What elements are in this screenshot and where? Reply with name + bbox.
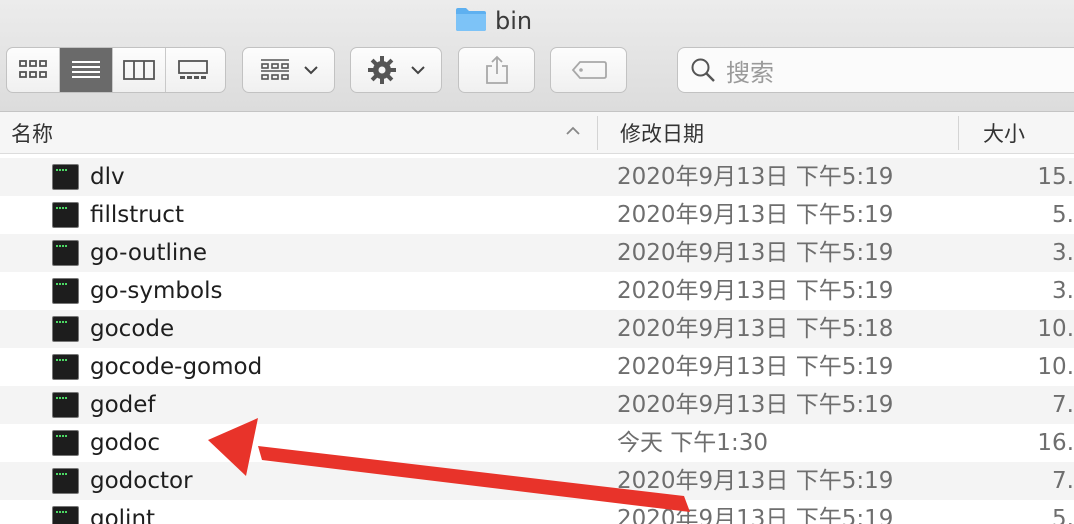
file-row[interactable]: godoctor 2020年9月13日 下午5:19 7. [0,462,1074,500]
group-grid-icon [260,59,289,80]
file-size: 7. [1052,468,1074,494]
file-row[interactable]: gocode-gomod 2020年9月13日 下午5:19 10. [0,348,1074,386]
folder-icon [455,6,487,36]
file-name: golint [90,506,156,524]
column-divider[interactable] [958,116,959,150]
name-column-label: 名称 [11,122,53,146]
file-date: 2020年9月13日 下午5:19 [617,278,894,304]
view-mode-segmented-control [6,47,226,93]
share-icon [485,55,508,84]
file-row[interactable]: godef 2020年9月13日 下午5:19 7. [0,386,1074,424]
file-size: 16. [1037,430,1074,456]
file-date: 2020年9月13日 下午5:19 [617,354,894,380]
window-title-text: bin [495,7,533,35]
search-icon [691,58,715,82]
gallery-view-icon [177,60,208,79]
column-header-bar: 名称 修改日期 大小 [0,112,1074,154]
column-divider[interactable] [597,116,598,150]
name-column-header[interactable]: 名称 [11,112,591,154]
file-name: godoctor [90,468,193,494]
terminal-executable-icon [52,316,79,342]
terminal-executable-icon [52,202,79,228]
column-view-icon [123,60,155,80]
date-column-label: 修改日期 [620,122,704,146]
file-list: dlv 2020年9月13日 下午5:19 15. fillstruct 202… [0,158,1074,524]
terminal-executable-icon [52,506,79,524]
icon-view-icon [19,60,47,78]
sort-ascending-icon [566,126,580,135]
terminal-executable-icon [52,164,79,190]
tag-button[interactable] [550,47,627,93]
terminal-executable-icon [52,354,79,380]
file-name: fillstruct [90,202,184,228]
file-date: 2020年9月13日 下午5:19 [617,240,894,266]
file-row[interactable]: golint 2020年9月13日 下午5:19 5. [0,500,1074,524]
terminal-executable-icon [52,468,79,494]
size-column-label: 大小 [983,122,1025,146]
file-size: 3. [1052,278,1074,304]
file-size: 10. [1037,316,1074,342]
file-date: 2020年9月13日 下午5:19 [617,392,894,418]
file-date: 2020年9月13日 下午5:18 [617,316,894,342]
file-date: 2020年9月13日 下午5:19 [617,202,894,228]
file-date: 2020年9月13日 下午5:19 [617,506,894,524]
gear-icon [368,56,396,84]
file-name: go-symbols [90,278,223,304]
file-name: gocode [90,316,175,342]
file-name: godoc [90,430,160,456]
terminal-executable-icon [52,278,79,304]
file-row[interactable]: fillstruct 2020年9月13日 下午5:19 5. [0,196,1074,234]
icon-view-button[interactable] [7,48,60,92]
chevron-down-icon [303,66,318,75]
tag-icon [571,61,607,79]
file-row[interactable]: godoc 今天 下午1:30 16. [0,424,1074,462]
file-date: 2020年9月13日 下午5:19 [617,468,894,494]
file-row[interactable]: go-outline 2020年9月13日 下午5:19 3. [0,234,1074,272]
file-size: 5. [1052,506,1074,524]
file-row[interactable]: go-symbols 2020年9月13日 下午5:19 3. [0,272,1074,310]
list-view-button[interactable] [60,48,113,92]
action-menu-button[interactable] [350,47,442,93]
chevron-down-icon [411,66,425,75]
search-field[interactable]: 搜索 [677,47,1074,93]
file-name: godef [90,392,156,418]
file-row[interactable]: dlv 2020年9月13日 下午5:19 15. [0,158,1074,196]
share-button[interactable] [458,47,535,93]
terminal-executable-icon [52,240,79,266]
file-name: gocode-gomod [90,354,263,380]
file-name: dlv [90,164,125,190]
file-size: 10. [1037,354,1074,380]
window-title: bin [455,6,532,36]
column-view-button[interactable] [113,48,166,92]
file-size: 15. [1037,164,1074,190]
search-placeholder: 搜索 [726,58,774,87]
list-view-icon [72,61,100,78]
file-date: 2020年9月13日 下午5:19 [617,164,894,190]
file-date: 今天 下午1:30 [617,430,768,456]
terminal-executable-icon [52,392,79,418]
date-column-header[interactable]: 修改日期 [620,112,950,154]
file-size: 7. [1052,392,1074,418]
window-toolbar: bin 搜索 [0,0,1074,112]
size-column-header[interactable]: 大小 [983,112,1074,154]
file-size: 3. [1052,240,1074,266]
file-name: go-outline [90,240,207,266]
file-row[interactable]: gocode 2020年9月13日 下午5:18 10. [0,310,1074,348]
terminal-executable-icon [52,430,79,456]
group-by-button[interactable] [242,47,335,93]
gallery-view-button[interactable] [166,48,219,92]
file-size: 5. [1052,202,1074,228]
